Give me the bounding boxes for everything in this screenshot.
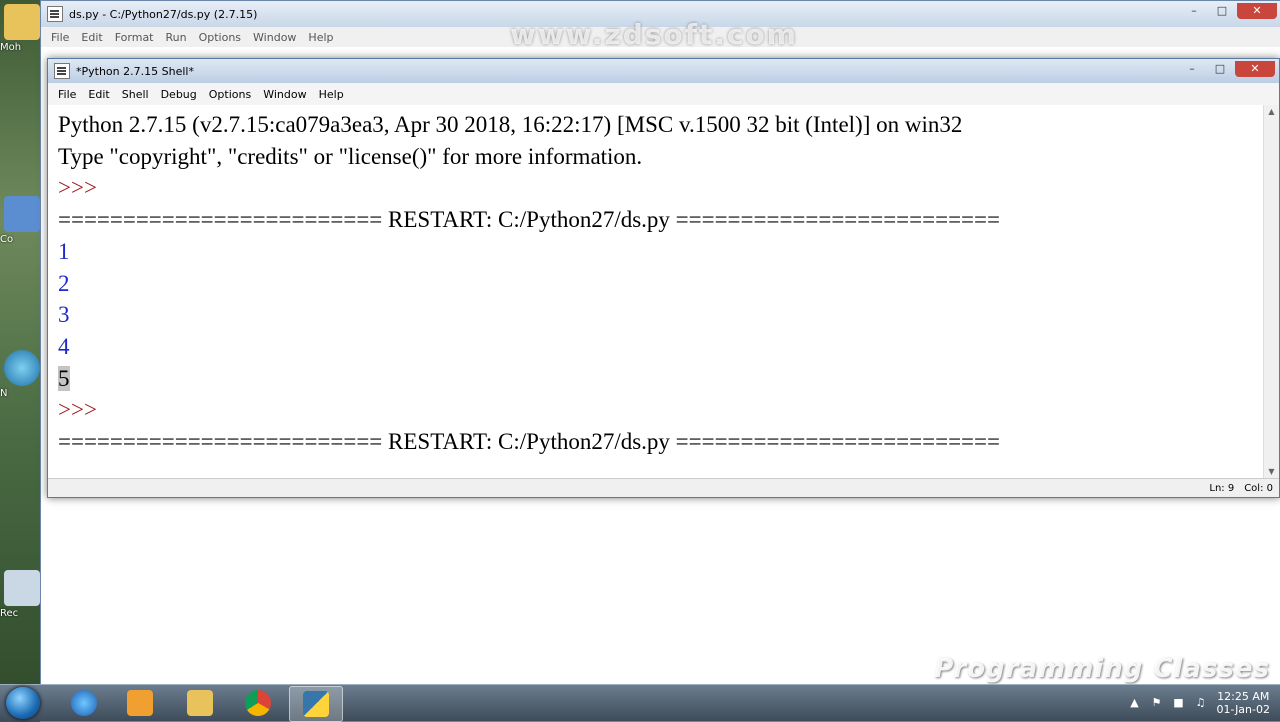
taskbar: ▲ ⚑ ■ ♫ 12:25 AM 01-Jan-02 bbox=[0, 684, 1280, 722]
shell-banner-line: Python 2.7.15 (v2.7.15:ca079a3ea3, Apr 3… bbox=[58, 112, 963, 137]
shell-statusbar: Ln: 9 Col: 0 bbox=[48, 478, 1279, 497]
shell-menubar: File Edit Shell Debug Options Window Hel… bbox=[48, 83, 1279, 105]
menu-edit[interactable]: Edit bbox=[81, 31, 102, 44]
taskbar-chrome[interactable] bbox=[232, 686, 284, 720]
shell-window[interactable]: *Python 2.7.15 Shell* – □ ✕ File Edit Sh… bbox=[47, 58, 1280, 498]
taskbar-explorer[interactable] bbox=[174, 686, 226, 720]
status-line: Ln: 9 bbox=[1209, 482, 1235, 494]
desktop-icon-recycle[interactable]: Rec bbox=[0, 570, 44, 619]
desktop-icon-label: Co bbox=[0, 234, 14, 245]
minimize-icon[interactable]: – bbox=[1179, 61, 1205, 77]
menu-run[interactable]: Run bbox=[166, 31, 187, 44]
menu-format[interactable]: Format bbox=[115, 31, 154, 44]
desktop-icon-label: N bbox=[0, 388, 8, 399]
editor-title: ds.py - C:/Python27/ds.py (2.7.15) bbox=[69, 7, 258, 21]
media-player-icon bbox=[127, 690, 153, 716]
close-icon[interactable]: ✕ bbox=[1237, 3, 1277, 19]
minimize-icon[interactable]: – bbox=[1181, 3, 1207, 19]
shell-window-controls: – □ ✕ bbox=[1179, 61, 1275, 77]
clock-time: 12:25 AM bbox=[1217, 690, 1270, 703]
desktop-icon-network[interactable]: N bbox=[0, 350, 44, 399]
shell-prompt: >>> bbox=[58, 175, 103, 201]
shell-restart-line: ========================= RESTART: C:/Py… bbox=[58, 429, 1000, 455]
internet-explorer-icon bbox=[71, 690, 97, 716]
scroll-down-icon[interactable]: ▼ bbox=[1264, 465, 1279, 479]
taskbar-internet-explorer[interactable] bbox=[58, 686, 110, 720]
menu-file[interactable]: File bbox=[51, 31, 69, 44]
vertical-scrollbar[interactable]: ▲ ▼ bbox=[1263, 105, 1279, 479]
desktop-icon-computer[interactable]: Co bbox=[0, 196, 44, 245]
watermark-bottom: Programming Classes bbox=[934, 654, 1270, 684]
shell-output-line: 4 bbox=[58, 333, 70, 359]
menu-debug[interactable]: Debug bbox=[161, 88, 197, 101]
shell-title: *Python 2.7.15 Shell* bbox=[76, 64, 194, 78]
chrome-icon bbox=[245, 690, 271, 716]
recycle-bin-icon bbox=[4, 570, 40, 606]
menu-help[interactable]: Help bbox=[308, 31, 333, 44]
shell-output-line: 1 bbox=[58, 238, 70, 264]
menu-file[interactable]: File bbox=[58, 88, 76, 101]
shell-output-line: 2 bbox=[58, 270, 70, 296]
volume-icon[interactable]: ♫ bbox=[1194, 697, 1206, 709]
network-icon[interactable]: ■ bbox=[1172, 697, 1184, 709]
menu-edit[interactable]: Edit bbox=[88, 88, 109, 101]
shell-prompt: >>> bbox=[58, 397, 103, 423]
globe-icon bbox=[4, 350, 40, 386]
menu-options[interactable]: Options bbox=[199, 31, 241, 44]
system-tray: ▲ ⚑ ■ ♫ 12:25 AM 01-Jan-02 bbox=[1128, 685, 1270, 721]
status-col: Col: 0 bbox=[1244, 482, 1273, 494]
show-hidden-icons-icon[interactable]: ▲ bbox=[1128, 697, 1140, 709]
computer-icon bbox=[4, 196, 40, 232]
menu-window[interactable]: Window bbox=[253, 31, 296, 44]
close-icon[interactable]: ✕ bbox=[1235, 61, 1275, 77]
menu-window[interactable]: Window bbox=[263, 88, 306, 101]
menu-options[interactable]: Options bbox=[209, 88, 251, 101]
taskbar-media-player[interactable] bbox=[114, 686, 166, 720]
start-button[interactable] bbox=[6, 687, 40, 719]
scroll-up-icon[interactable]: ▲ bbox=[1264, 105, 1279, 119]
desktop-icon-label: Moh bbox=[0, 42, 22, 53]
menu-help[interactable]: Help bbox=[319, 88, 344, 101]
clock-date: 01-Jan-02 bbox=[1216, 703, 1270, 716]
shell-titlebar[interactable]: *Python 2.7.15 Shell* – □ ✕ bbox=[48, 59, 1279, 83]
desktop-icon-user[interactable]: Moh bbox=[0, 4, 44, 53]
maximize-icon[interactable]: □ bbox=[1209, 3, 1235, 19]
editor-window-controls: – □ ✕ bbox=[1181, 3, 1277, 19]
folder-icon bbox=[4, 4, 40, 40]
idle-shell-icon bbox=[54, 63, 70, 79]
shell-text-area[interactable]: Python 2.7.15 (v2.7.15:ca079a3ea3, Apr 3… bbox=[48, 105, 1263, 479]
watermark-top: www.zdsoft.com bbox=[510, 18, 798, 51]
clock[interactable]: 12:25 AM 01-Jan-02 bbox=[1216, 690, 1270, 716]
maximize-icon[interactable]: □ bbox=[1207, 61, 1233, 77]
shell-output-line: 3 bbox=[58, 302, 70, 328]
shell-output-selected: 5 bbox=[58, 365, 70, 391]
flag-icon[interactable]: ⚑ bbox=[1150, 697, 1162, 709]
shell-info-line: Type "copyright", "credits" or "license(… bbox=[58, 143, 643, 169]
folder-icon bbox=[187, 690, 213, 716]
shell-restart-line: ========================= RESTART: C:/Py… bbox=[58, 207, 1000, 233]
python-icon bbox=[303, 691, 329, 717]
idle-file-icon bbox=[47, 6, 63, 22]
menu-shell[interactable]: Shell bbox=[122, 88, 149, 101]
taskbar-python-idle[interactable] bbox=[289, 686, 343, 722]
desktop-icon-label: Rec bbox=[0, 608, 19, 619]
